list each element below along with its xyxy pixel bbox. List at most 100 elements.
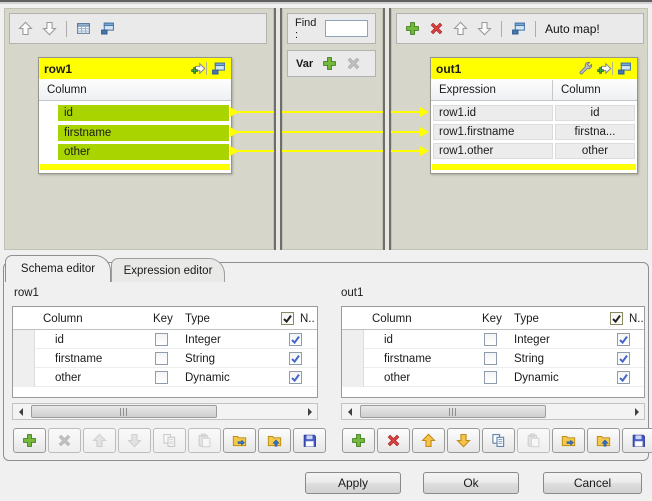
- add-column-button[interactable]: [13, 428, 46, 453]
- window-top-edge-highlight: [0, 2, 652, 4]
- move-up-button[interactable]: [412, 428, 445, 453]
- move-down-button[interactable]: [447, 428, 480, 453]
- schema-row-firstname[interactable]: firstname String: [342, 349, 644, 368]
- input-row-id[interactable]: id: [41, 105, 229, 121]
- export-schema-button[interactable]: [587, 428, 620, 453]
- tab-schema-editor[interactable]: Schema editor: [5, 255, 111, 282]
- output-row-other[interactable]: row1.other other: [433, 143, 635, 159]
- key-checkbox[interactable]: [155, 352, 168, 365]
- nullable-checkbox[interactable]: [617, 333, 630, 346]
- key-checkbox[interactable]: [155, 333, 168, 346]
- scrollbar-thumb[interactable]: [31, 405, 217, 418]
- select-all-checkbox[interactable]: [610, 312, 623, 325]
- move-up-icon[interactable]: [18, 21, 33, 36]
- key-checkbox[interactable]: [484, 333, 497, 346]
- nullable-checkbox[interactable]: [289, 352, 302, 365]
- row-selector-cell: [41, 125, 58, 141]
- minimize-window-icon[interactable]: [100, 21, 115, 36]
- scroll-right-icon[interactable]: [629, 404, 644, 419]
- scroll-left-icon[interactable]: [342, 404, 357, 419]
- wrench-icon[interactable]: [578, 61, 593, 76]
- move-down-icon[interactable]: [477, 21, 492, 36]
- key-checkbox[interactable]: [484, 352, 497, 365]
- add-column-button[interactable]: [342, 428, 375, 453]
- column-cell[interactable]: id: [555, 105, 635, 121]
- minimize-window-icon[interactable]: [211, 61, 226, 76]
- nullable-checkbox[interactable]: [289, 333, 302, 346]
- pane-divider-left[interactable]: [274, 8, 282, 250]
- nullable-checkbox[interactable]: [617, 352, 630, 365]
- export-schema-button[interactable]: [258, 428, 291, 453]
- type-cell[interactable]: Integer: [177, 334, 273, 346]
- schema-row-id[interactable]: id Integer: [342, 330, 644, 349]
- scroll-right-icon[interactable]: [302, 404, 317, 419]
- move-down-icon[interactable]: [42, 21, 57, 36]
- input-toolbar: [9, 13, 267, 44]
- save-schema-button[interactable]: [293, 428, 326, 453]
- output-row-id[interactable]: row1.id id: [433, 105, 635, 121]
- select-all-checkbox[interactable]: [281, 312, 294, 325]
- add-output-icon[interactable]: [405, 21, 420, 36]
- column-cell[interactable]: other: [555, 143, 635, 159]
- row-selector-cell: [342, 368, 364, 387]
- input-row-firstname[interactable]: firstname: [41, 125, 229, 141]
- input-row-other[interactable]: other: [41, 144, 229, 160]
- tmap-editor-window: Find : Var Auto map! row1 Column id: [0, 0, 652, 501]
- column-cell: other: [35, 372, 145, 384]
- tab-expression-editor[interactable]: Expression editor: [111, 258, 225, 282]
- input-column-cell[interactable]: other: [58, 144, 229, 160]
- remove-column-button[interactable]: [377, 428, 410, 453]
- schema-row-id[interactable]: id Integer: [13, 330, 317, 349]
- schema-left-hscrollbar[interactable]: [12, 403, 318, 420]
- input-column-cell[interactable]: firstname: [58, 125, 229, 141]
- apply-button[interactable]: Apply: [305, 472, 401, 494]
- type-cell[interactable]: String: [177, 353, 273, 365]
- output-column-header-row: Expression Column: [431, 80, 637, 101]
- schema-row-other[interactable]: other Dynamic: [342, 368, 644, 387]
- add-var-icon[interactable]: [322, 56, 337, 71]
- expression-cell[interactable]: row1.firstname: [433, 124, 553, 140]
- nullable-header: N..: [602, 307, 644, 330]
- save-schema-button[interactable]: [622, 428, 652, 453]
- type-cell[interactable]: Integer: [506, 334, 602, 346]
- add-link-icon[interactable]: [597, 61, 612, 76]
- schema-right-toolbar: [342, 428, 652, 453]
- link-arrow-end: [420, 146, 429, 156]
- type-cell[interactable]: String: [506, 353, 602, 365]
- input-column-cell[interactable]: id: [58, 105, 229, 121]
- import-schema-button[interactable]: [552, 428, 585, 453]
- minimize-window-icon[interactable]: [511, 21, 526, 36]
- minimize-window-icon[interactable]: [617, 61, 632, 76]
- nullable-checkbox[interactable]: [289, 371, 302, 384]
- link-arrow-end: [420, 127, 429, 137]
- key-header: Key: [474, 307, 506, 330]
- column-header: Column: [553, 84, 601, 96]
- expression-cell[interactable]: row1.other: [433, 143, 553, 159]
- automap-button[interactable]: Auto map!: [545, 22, 600, 36]
- import-schema-button[interactable]: [223, 428, 256, 453]
- remove-output-icon[interactable]: [429, 21, 444, 36]
- nullable-checkbox[interactable]: [617, 371, 630, 384]
- schema-row-firstname[interactable]: firstname String: [13, 349, 317, 368]
- find-input[interactable]: [325, 20, 368, 37]
- type-cell[interactable]: Dynamic: [177, 372, 273, 384]
- table-view-icon[interactable]: [76, 21, 91, 36]
- cancel-button[interactable]: Cancel: [543, 472, 642, 494]
- add-link-icon[interactable]: [191, 61, 206, 76]
- type-cell[interactable]: Dynamic: [506, 372, 602, 384]
- row-selector-cell: [13, 368, 35, 387]
- ok-button[interactable]: Ok: [423, 472, 519, 494]
- output-row-firstname[interactable]: row1.firstname firstna...: [433, 124, 635, 140]
- column-cell: id: [364, 334, 474, 346]
- expression-cell[interactable]: row1.id: [433, 105, 553, 121]
- key-checkbox[interactable]: [155, 371, 168, 384]
- copy-button[interactable]: [482, 428, 515, 453]
- move-up-icon[interactable]: [453, 21, 468, 36]
- schema-right-hscrollbar[interactable]: [341, 403, 645, 420]
- schema-row-other[interactable]: other Dynamic: [13, 368, 317, 387]
- scroll-left-icon[interactable]: [13, 404, 28, 419]
- key-checkbox[interactable]: [484, 371, 497, 384]
- column-cell[interactable]: firstna...: [555, 124, 635, 140]
- scrollbar-thumb[interactable]: [360, 405, 546, 418]
- pane-divider-right[interactable]: [383, 8, 391, 250]
